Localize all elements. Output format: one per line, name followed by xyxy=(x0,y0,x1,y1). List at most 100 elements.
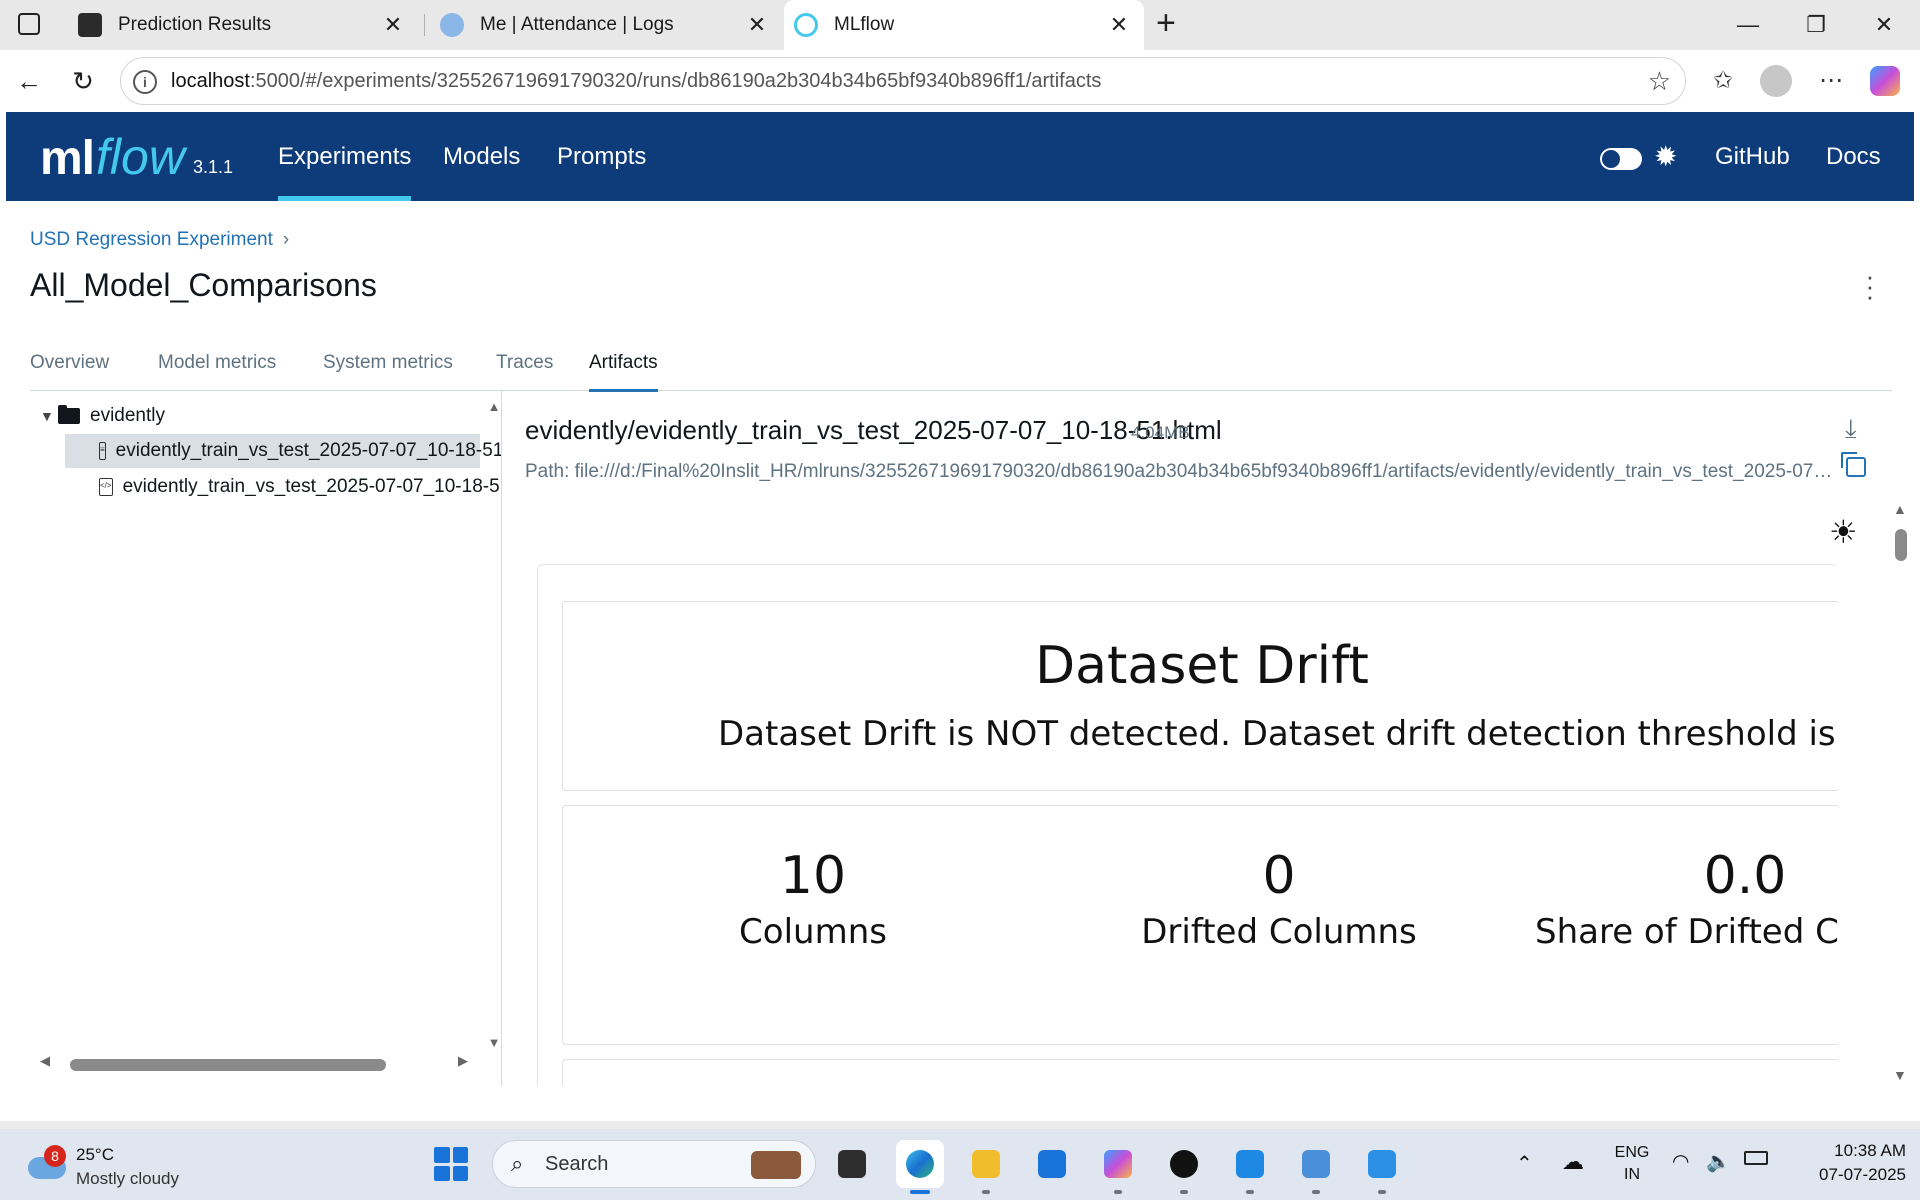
address-bar-row: ← ↻ i localhost:5000/#/experiments/32552… xyxy=(0,50,1920,112)
notification-badge: 8 xyxy=(44,1145,66,1167)
profile-avatar[interactable] xyxy=(1760,65,1792,97)
tab-title: Prediction Results xyxy=(118,14,272,35)
nav-experiments[interactable]: Experiments xyxy=(278,112,412,201)
search-placeholder: Search xyxy=(545,1153,609,1175)
close-tab-icon[interactable]: ✕ xyxy=(744,12,770,38)
url-text: localhost:5000/#/experiments/32552671969… xyxy=(171,70,1102,92)
weather-description: Mostly cloudy xyxy=(76,1169,179,1188)
github-link[interactable]: GitHub xyxy=(1715,112,1790,201)
file-icon: ≡ xyxy=(99,442,106,460)
mlflow-header: ml flow 3.1.1 Experiments Models Prompts… xyxy=(6,112,1914,201)
kebab-menu-icon[interactable]: · · · xyxy=(1858,263,1882,309)
favorites-icon[interactable]: ✩ xyxy=(1704,62,1742,100)
language-indicator[interactable]: ENG IN xyxy=(1614,1142,1650,1200)
scrollbar-thumb[interactable] xyxy=(1895,529,1907,561)
minimize-icon[interactable]: — xyxy=(1728,8,1768,42)
notepad-icon[interactable] xyxy=(1292,1140,1340,1194)
site-info-icon[interactable]: i xyxy=(133,70,157,94)
dark-mode-toggle[interactable] xyxy=(1600,148,1642,170)
onedrive-offline-icon[interactable]: ☁ xyxy=(1562,1149,1584,1179)
task-view-icon[interactable] xyxy=(828,1140,876,1188)
file-explorer-icon[interactable] xyxy=(962,1140,1010,1194)
browser-tab-mlflow[interactable]: MLflow ✕ xyxy=(784,0,1144,50)
metric-drifted-columns: 0 Drifted Columns xyxy=(1141,846,1417,952)
refresh-icon[interactable]: ↻ xyxy=(66,64,100,98)
tab-model-metrics[interactable]: Model metrics xyxy=(158,347,276,391)
report-container: Dataset Drift Dataset Drift is NOT detec… xyxy=(537,564,1840,1086)
artifact-path: Path: file:///d:/Final%20Inslit_HR/mlrun… xyxy=(525,461,1835,482)
close-tab-icon[interactable]: ✕ xyxy=(1106,12,1132,38)
tab-artifacts[interactable]: Artifacts xyxy=(589,347,658,392)
taskbar-search[interactable]: ⌕ Search xyxy=(492,1140,816,1188)
terminal-icon xyxy=(78,13,102,37)
back-icon[interactable]: ← xyxy=(12,64,46,98)
more-options-icon[interactable]: ⋯ xyxy=(1812,62,1850,100)
clock[interactable]: 10:38 AM 07-07-2025 xyxy=(1786,1139,1906,1187)
metric-columns: 10 Columns xyxy=(739,846,887,952)
wifi-icon[interactable]: ◠ xyxy=(1672,1149,1689,1179)
store-icon[interactable] xyxy=(1028,1140,1076,1188)
vscode-icon[interactable] xyxy=(1226,1140,1274,1194)
nav-models[interactable]: Models xyxy=(443,112,520,201)
browser-tab-strip: Prediction Results ✕ Me | Attendance | L… xyxy=(0,0,1920,50)
tab-title: MLflow xyxy=(834,14,895,35)
copy-path-icon[interactable] xyxy=(1841,452,1866,477)
new-tab-button[interactable]: + xyxy=(1156,4,1176,43)
page-bottom-edge xyxy=(0,1121,1920,1129)
temperature: 25°C xyxy=(76,1145,114,1164)
tree-file-json[interactable]: </> evidently_train_vs_test_2025-07-07_1… xyxy=(65,470,501,504)
tab-actions-icon[interactable] xyxy=(18,13,40,35)
light-theme-icon[interactable]: ☀ xyxy=(1829,513,1858,551)
artifact-title: evidently/evidently_train_vs_test_2025-0… xyxy=(525,415,1222,445)
mlflow-logo[interactable]: ml flow 3.1.1 xyxy=(40,128,233,186)
folder-label: evidently xyxy=(90,405,165,426)
dataset-drift-card: Dataset Drift Dataset Drift is NOT detec… xyxy=(562,601,1840,791)
copilot-app-icon[interactable] xyxy=(1094,1140,1142,1194)
file-label: evidently_train_vs_test_2025-07-07_10-18… xyxy=(115,440,502,461)
browser-tab-attendance[interactable]: Me | Attendance | Logs ✕ xyxy=(426,0,782,50)
download-icon[interactable]: ⤓ xyxy=(1845,413,1857,445)
caret-down-icon[interactable]: ▼ xyxy=(40,399,58,433)
settings-gear-icon[interactable]: ✹ xyxy=(1654,140,1677,173)
docs-link[interactable]: Docs xyxy=(1826,112,1881,201)
close-window-icon[interactable]: ✕ xyxy=(1864,8,1904,42)
url-field[interactable]: i localhost:5000/#/experiments/325526719… xyxy=(120,57,1686,105)
search-icon: ⌕ xyxy=(511,1151,524,1176)
tab-title: Me | Attendance | Logs xyxy=(480,14,674,35)
favorite-star-icon[interactable]: ☆ xyxy=(1648,66,1671,97)
tab-traces[interactable]: Traces xyxy=(496,347,553,391)
artifact-viewer: evidently/evidently_train_vs_test_2025-0… xyxy=(503,391,1914,1086)
tree-folder-evidently[interactable]: ▼ evidently xyxy=(40,399,480,433)
time: 10:38 AM xyxy=(1834,1141,1906,1160)
preview-scrollbar[interactable]: ▲ ▼ xyxy=(1891,501,1911,1086)
tree-file-html[interactable]: ≡ evidently_train_vs_test_2025-07-07_10-… xyxy=(65,434,501,468)
code-file-icon: </> xyxy=(99,478,113,496)
breadcrumb-experiment-link[interactable]: USD Regression Experiment xyxy=(30,229,273,250)
start-windows-icon[interactable] xyxy=(434,1147,468,1181)
edge-icon[interactable] xyxy=(896,1140,944,1194)
report-subheading: Dataset Drift is NOT detected. Dataset d… xyxy=(718,714,1840,754)
close-tab-icon[interactable]: ✕ xyxy=(380,12,406,38)
mlflow-favicon xyxy=(794,13,818,37)
restore-icon[interactable]: ❐ xyxy=(1796,8,1836,42)
metric-share-drifted: 0.0 Share of Drifted Columns xyxy=(1535,846,1840,952)
folder-icon xyxy=(58,405,80,424)
artifact-size: 4.04MB xyxy=(1131,423,1190,442)
photos-icon[interactable] xyxy=(1358,1140,1406,1194)
volume-muted-icon[interactable]: 🔈 xyxy=(1706,1149,1731,1179)
weather-widget[interactable]: 8 25°C Mostly cloudy xyxy=(24,1139,204,1191)
nav-prompts[interactable]: Prompts xyxy=(557,112,646,201)
scrollbar-thumb[interactable] xyxy=(70,1059,386,1071)
chatgpt-icon[interactable] xyxy=(1160,1140,1208,1194)
battery-icon[interactable] xyxy=(1744,1151,1768,1181)
tree-horizontal-scrollbar[interactable]: ◀ ▶ xyxy=(40,1051,480,1075)
show-hidden-icons-icon[interactable]: ⌃ xyxy=(1516,1151,1533,1181)
next-report-card xyxy=(562,1059,1840,1086)
tab-overview[interactable]: Overview xyxy=(30,347,109,391)
tree-vertical-scrollbar[interactable]: ▲ ▼ xyxy=(486,399,501,1050)
browser-tab-prediction-results[interactable]: Prediction Results ✕ xyxy=(62,0,418,50)
tab-system-metrics[interactable]: System metrics xyxy=(323,347,453,391)
search-highlight-image xyxy=(751,1151,801,1179)
copilot-icon[interactable] xyxy=(1866,62,1904,100)
run-tabs: Overview Model metrics System metrics Tr… xyxy=(30,347,1892,392)
